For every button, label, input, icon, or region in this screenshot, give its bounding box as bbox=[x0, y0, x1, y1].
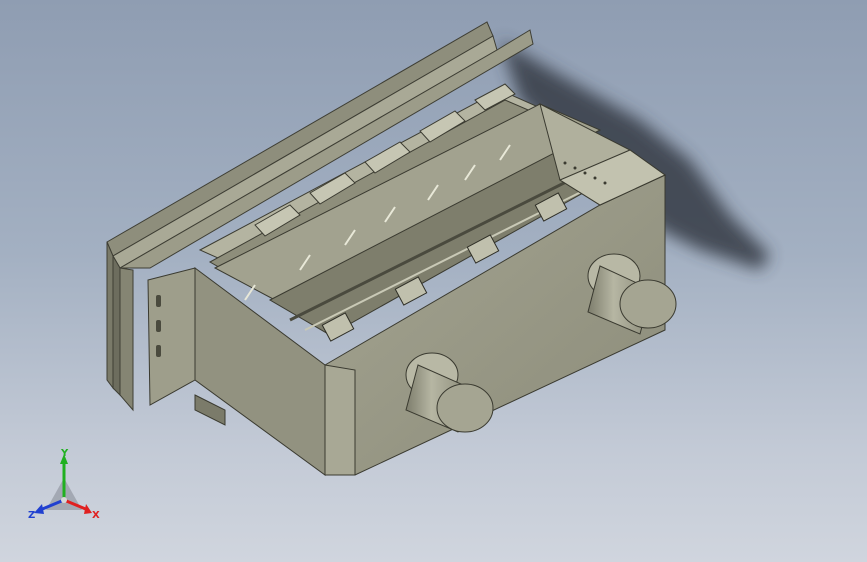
y-axis-label: Y bbox=[60, 448, 69, 459]
z-axis-label: Z bbox=[28, 510, 35, 521]
coordinate-triad: Y X Z bbox=[28, 448, 100, 521]
x-axis-label: X bbox=[92, 510, 100, 521]
3d-model-view[interactable] bbox=[0, 0, 867, 562]
graphics-viewport[interactable]: Y X Z bbox=[0, 0, 867, 562]
